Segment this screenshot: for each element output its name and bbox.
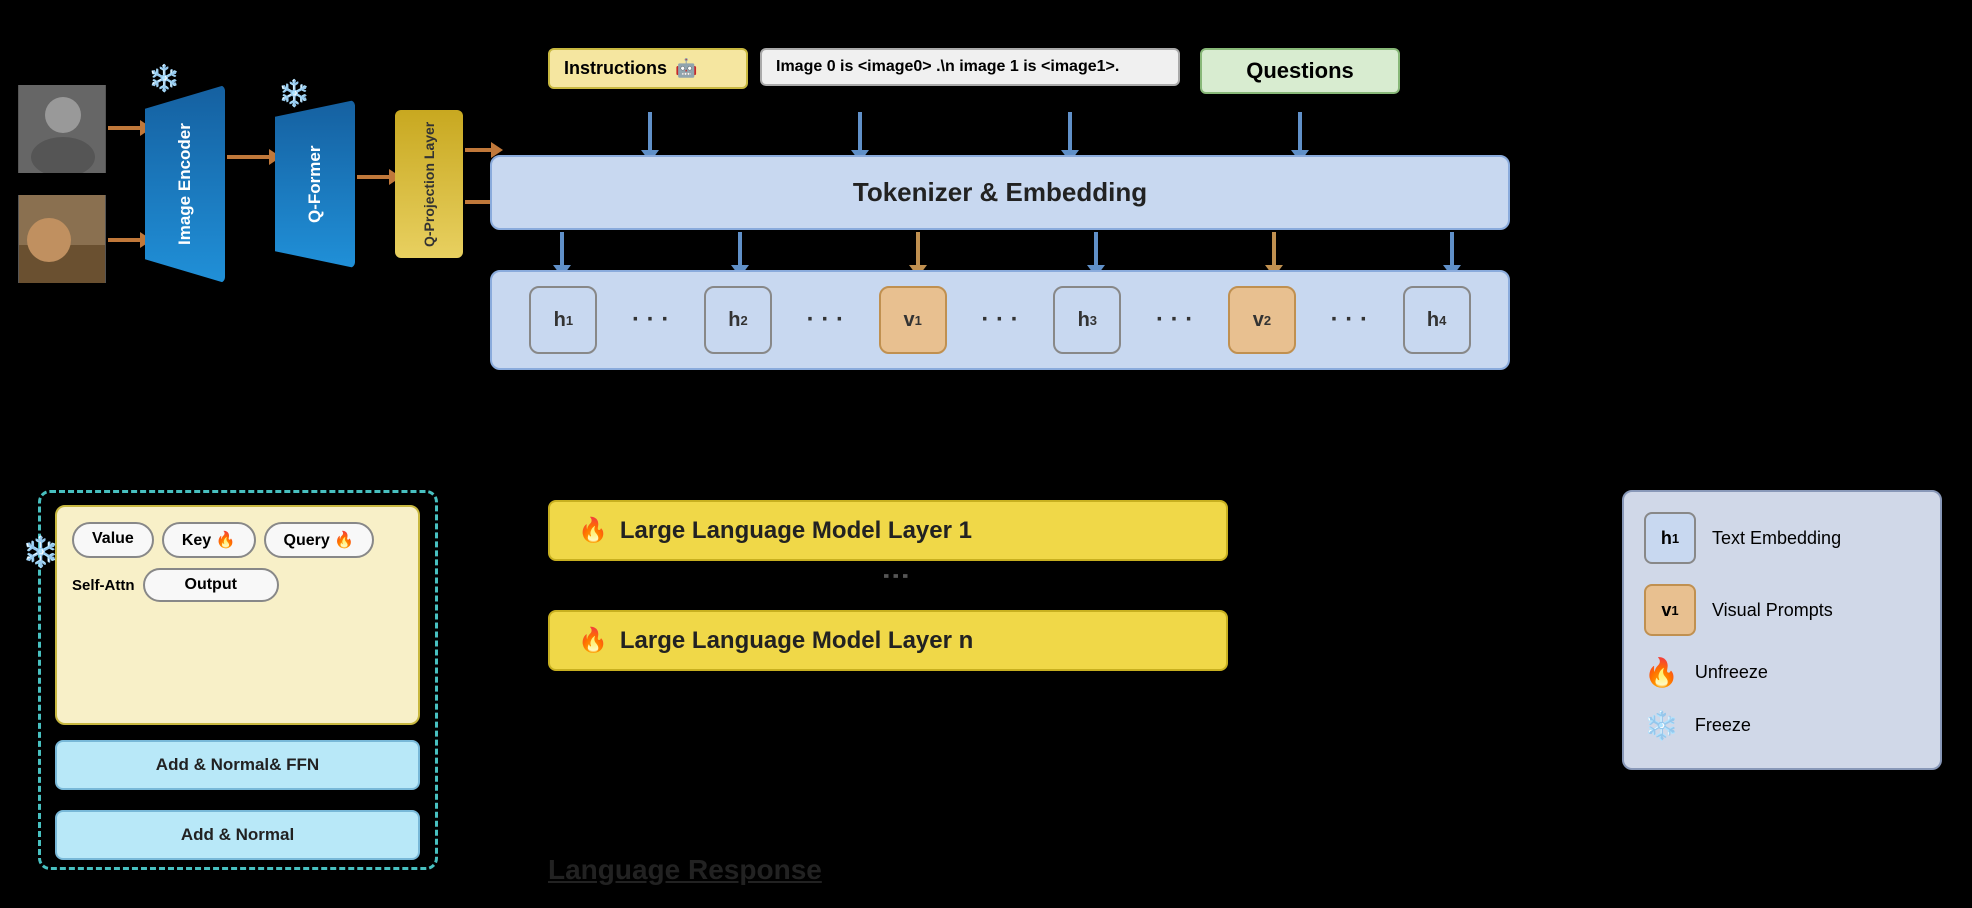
tokenizer-label: Tokenizer & Embedding — [853, 177, 1147, 208]
token-h2: h2 — [704, 286, 772, 354]
llm-layern: 🔥 Large Language Model Layer n — [548, 610, 1228, 671]
tokenizer-box: Tokenizer & Embedding — [490, 155, 1510, 230]
down-arrow-tok4 — [1094, 232, 1098, 267]
add-norm-ffn-label: Add & Normal& FFN — [156, 755, 319, 775]
token-h1: h1 — [529, 286, 597, 354]
image-encoder-label: Image Encoder — [175, 123, 195, 245]
value-btn: Value — [72, 522, 154, 558]
qformer-label: Q-Former — [305, 145, 325, 222]
input-image-bottom — [18, 195, 106, 283]
add-norm-label: Add & Normal — [181, 825, 294, 845]
down-arrow-tok5 — [1272, 232, 1276, 267]
attn-row: Value Key 🔥 Query 🔥 — [72, 522, 403, 558]
dots5: · · · — [1331, 306, 1368, 334]
dots3: · · · — [981, 306, 1018, 334]
llm-fire-icon-n: 🔥 — [578, 626, 608, 655]
legend-token-text: h1 — [1644, 512, 1696, 564]
down-arrow-tok3 — [916, 232, 920, 267]
image-encoder-block: Image Encoder — [145, 85, 225, 283]
token-h3: h3 — [1053, 286, 1121, 354]
legend-visual-label: Visual Prompts — [1712, 600, 1833, 621]
instructions-box: Instructions 🤖 — [548, 48, 748, 89]
input-image-top — [18, 85, 106, 173]
transformer-inner: Value Key 🔥 Query 🔥 Self-Attn Output — [55, 505, 420, 725]
questions-label: Questions — [1246, 58, 1354, 84]
down-arrow-image1 — [1068, 112, 1072, 152]
encoder-freeze-icon: ❄️ — [148, 63, 180, 94]
token-sequence: h1 · · · h2 · · · v1 · · · h3 · · · v2 ·… — [490, 270, 1510, 370]
diagram-container: Image Encoder ❄️ Q-Former ❄️ Q-Projectio… — [0, 0, 1972, 908]
unfreeze-icon: 🔥 — [1644, 656, 1679, 689]
legend-token-visual: v1 — [1644, 584, 1696, 636]
arrow-img-bottom-encoder — [108, 238, 142, 242]
token-v2: v2 — [1228, 286, 1296, 354]
freeze-icon: ❄️ — [1644, 709, 1679, 742]
language-response-label: Language Response — [548, 854, 822, 885]
instructions-label: Instructions — [564, 58, 667, 79]
arrow-proj-tok-bot — [465, 200, 493, 204]
down-arrow-instructions — [648, 112, 652, 152]
down-arrow-tok1 — [560, 232, 564, 267]
llm-layern-label: Large Language Model Layer n — [620, 627, 973, 655]
arrow-img-top-encoder — [108, 126, 142, 130]
image-text-box: Image 0 is <image0> .\n image 1 is <imag… — [760, 48, 1180, 86]
key-btn: Key 🔥 — [162, 522, 256, 558]
legend-row-visual: v1 Visual Prompts — [1644, 584, 1920, 636]
arrow-qformer-proj — [357, 175, 391, 179]
llm-layer-dots: ⋮ — [880, 562, 913, 594]
legend-row-unfreeze: 🔥 Unfreeze — [1644, 656, 1920, 689]
token-h4: h4 — [1403, 286, 1471, 354]
dots2: · · · — [807, 306, 844, 334]
transformer-freeze-icon: ❄️ — [22, 535, 59, 570]
output-btn: Output — [143, 568, 279, 602]
query-btn: Query 🔥 — [264, 522, 375, 558]
token-v1: v1 — [879, 286, 947, 354]
down-arrow-tok6 — [1450, 232, 1454, 267]
projection-label: Q-Projection Layer — [421, 121, 437, 246]
legend-box: h1 Text Embedding v1 Visual Prompts 🔥 Un… — [1622, 490, 1942, 770]
qformer-freeze-icon: ❄️ — [278, 78, 310, 109]
self-attn-label: Self-Attn — [72, 577, 135, 594]
arrow-encoder-qformer — [227, 155, 271, 159]
self-attn-row: Self-Attn Output — [72, 568, 403, 602]
freeze-label: Freeze — [1695, 715, 1751, 736]
instructions-icon: 🤖 — [675, 58, 697, 79]
unfreeze-label: Unfreeze — [1695, 662, 1768, 683]
add-norm-ffn-box: Add & Normal& FFN — [55, 740, 420, 790]
language-response: Language Response — [548, 854, 822, 886]
down-arrow-questions — [1298, 112, 1302, 152]
qformer-block: Q-Former — [275, 100, 355, 268]
llm-layer1-label: Large Language Model Layer 1 — [620, 517, 972, 545]
add-norm-box: Add & Normal — [55, 810, 420, 860]
questions-box: Questions — [1200, 48, 1400, 94]
legend-text-label: Text Embedding — [1712, 528, 1841, 549]
down-arrow-tok2 — [738, 232, 742, 267]
llm-layer1: 🔥 Large Language Model Layer 1 — [548, 500, 1228, 561]
down-arrow-image0 — [858, 112, 862, 152]
llm-fire-icon-1: 🔥 — [578, 516, 608, 545]
image-text-label: Image 0 is <image0> .\n image 1 is <imag… — [776, 58, 1119, 76]
legend-row-freeze: ❄️ Freeze — [1644, 709, 1920, 742]
dots1: · · · — [632, 306, 669, 334]
dots4: · · · — [1156, 306, 1193, 334]
legend-row-text: h1 Text Embedding — [1644, 512, 1920, 564]
arrow-proj-tok-top — [465, 148, 493, 152]
projection-block: Q-Projection Layer — [395, 110, 463, 258]
